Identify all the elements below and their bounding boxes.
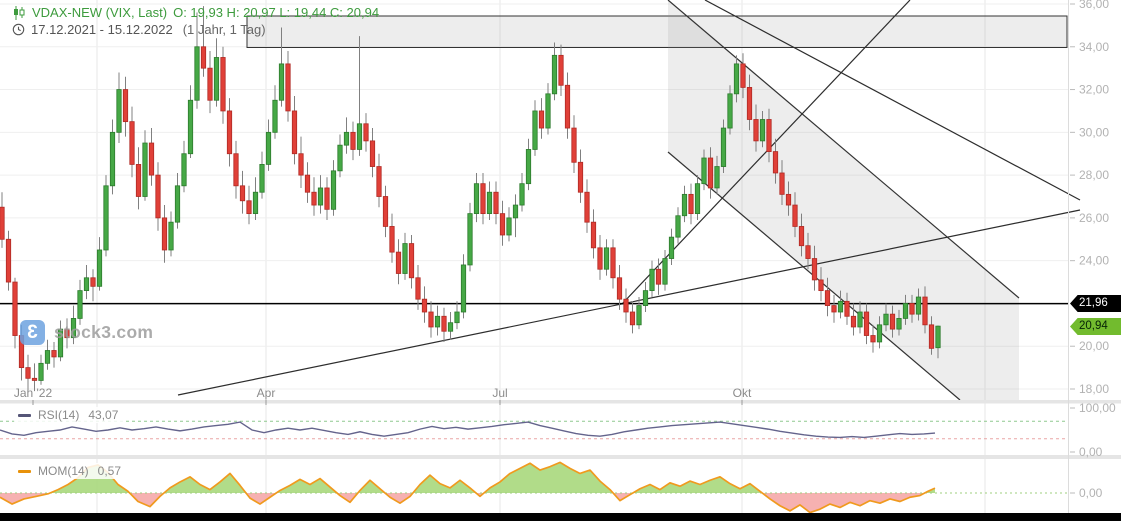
interval-label: (1 Jahr, 1 Tag) xyxy=(183,21,266,38)
svg-text:18,00: 18,00 xyxy=(1079,382,1109,396)
svg-text:Apr: Apr xyxy=(257,386,276,400)
watermark[interactable]: 3 stock3.com xyxy=(20,320,153,345)
svg-text:100,00: 100,00 xyxy=(1079,401,1116,415)
svg-text:20,00: 20,00 xyxy=(1079,339,1109,353)
svg-text:36,00: 36,00 xyxy=(1079,0,1109,11)
last-price-badge: 20,94 xyxy=(1070,318,1121,335)
rsi-name: RSI(14) xyxy=(38,408,79,422)
ohlc-values: O: 19,93 H: 20,97 L: 19,44 C: 20,94 xyxy=(173,4,379,21)
instrument-title[interactable]: VDAX-NEW (VIX, Last) xyxy=(32,4,167,21)
price-axis-labels: 36,00 34,00 32,00 30,00 28,00 26,00 24,00 20,00… xyxy=(1069,0,1110,513)
mom-panel: 0,00 xyxy=(0,462,1103,512)
svg-text:32,00: 32,00 xyxy=(1079,83,1109,97)
svg-text:24,00: 24,00 xyxy=(1079,254,1109,268)
bottom-scrollbar[interactable] xyxy=(0,513,1121,521)
svg-text:Jan '22: Jan '22 xyxy=(14,386,53,400)
svg-text:0,00: 0,00 xyxy=(1079,486,1103,500)
svg-text:Okt: Okt xyxy=(733,386,752,400)
svg-text:30,00: 30,00 xyxy=(1079,125,1109,139)
rsi-legend[interactable]: RSI(14) 43,07 xyxy=(14,407,124,423)
chart-window: Jan '22AprJulOkt36,0034,0032,0030,0028,0… xyxy=(0,0,1121,521)
mom-value: 0,57 xyxy=(98,464,121,478)
svg-text:Jul: Jul xyxy=(492,386,507,400)
mom-name: MOM(14) xyxy=(38,464,89,478)
chart-canvas[interactable]: Jan '22AprJulOkt36,0034,0032,0030,0028,0… xyxy=(0,0,1121,521)
svg-text:28,00: 28,00 xyxy=(1079,168,1109,182)
mom-line-icon xyxy=(18,470,31,473)
rsi-panel: 100,00 0,00 xyxy=(0,401,1116,459)
rsi-line-icon xyxy=(18,414,31,417)
price-line-badge: 21,96 xyxy=(1070,295,1121,312)
chart-header: VDAX-NEW (VIX, Last) O: 19,93 H: 20,97 L… xyxy=(12,4,379,38)
mom-legend[interactable]: MOM(14) 0,57 xyxy=(14,463,127,479)
rsi-value: 43,07 xyxy=(88,408,118,422)
clock-icon xyxy=(12,23,25,36)
svg-text:0,00: 0,00 xyxy=(1079,445,1103,459)
stock3-logo-icon: 3 xyxy=(20,320,45,345)
date-range[interactable]: 17.12.2021 - 15.12.2022 xyxy=(31,21,173,38)
watermark-text: stock3.com xyxy=(54,322,153,343)
svg-text:34,00: 34,00 xyxy=(1079,40,1109,54)
candlestick-icon xyxy=(12,6,26,20)
svg-text:26,00: 26,00 xyxy=(1079,211,1109,225)
